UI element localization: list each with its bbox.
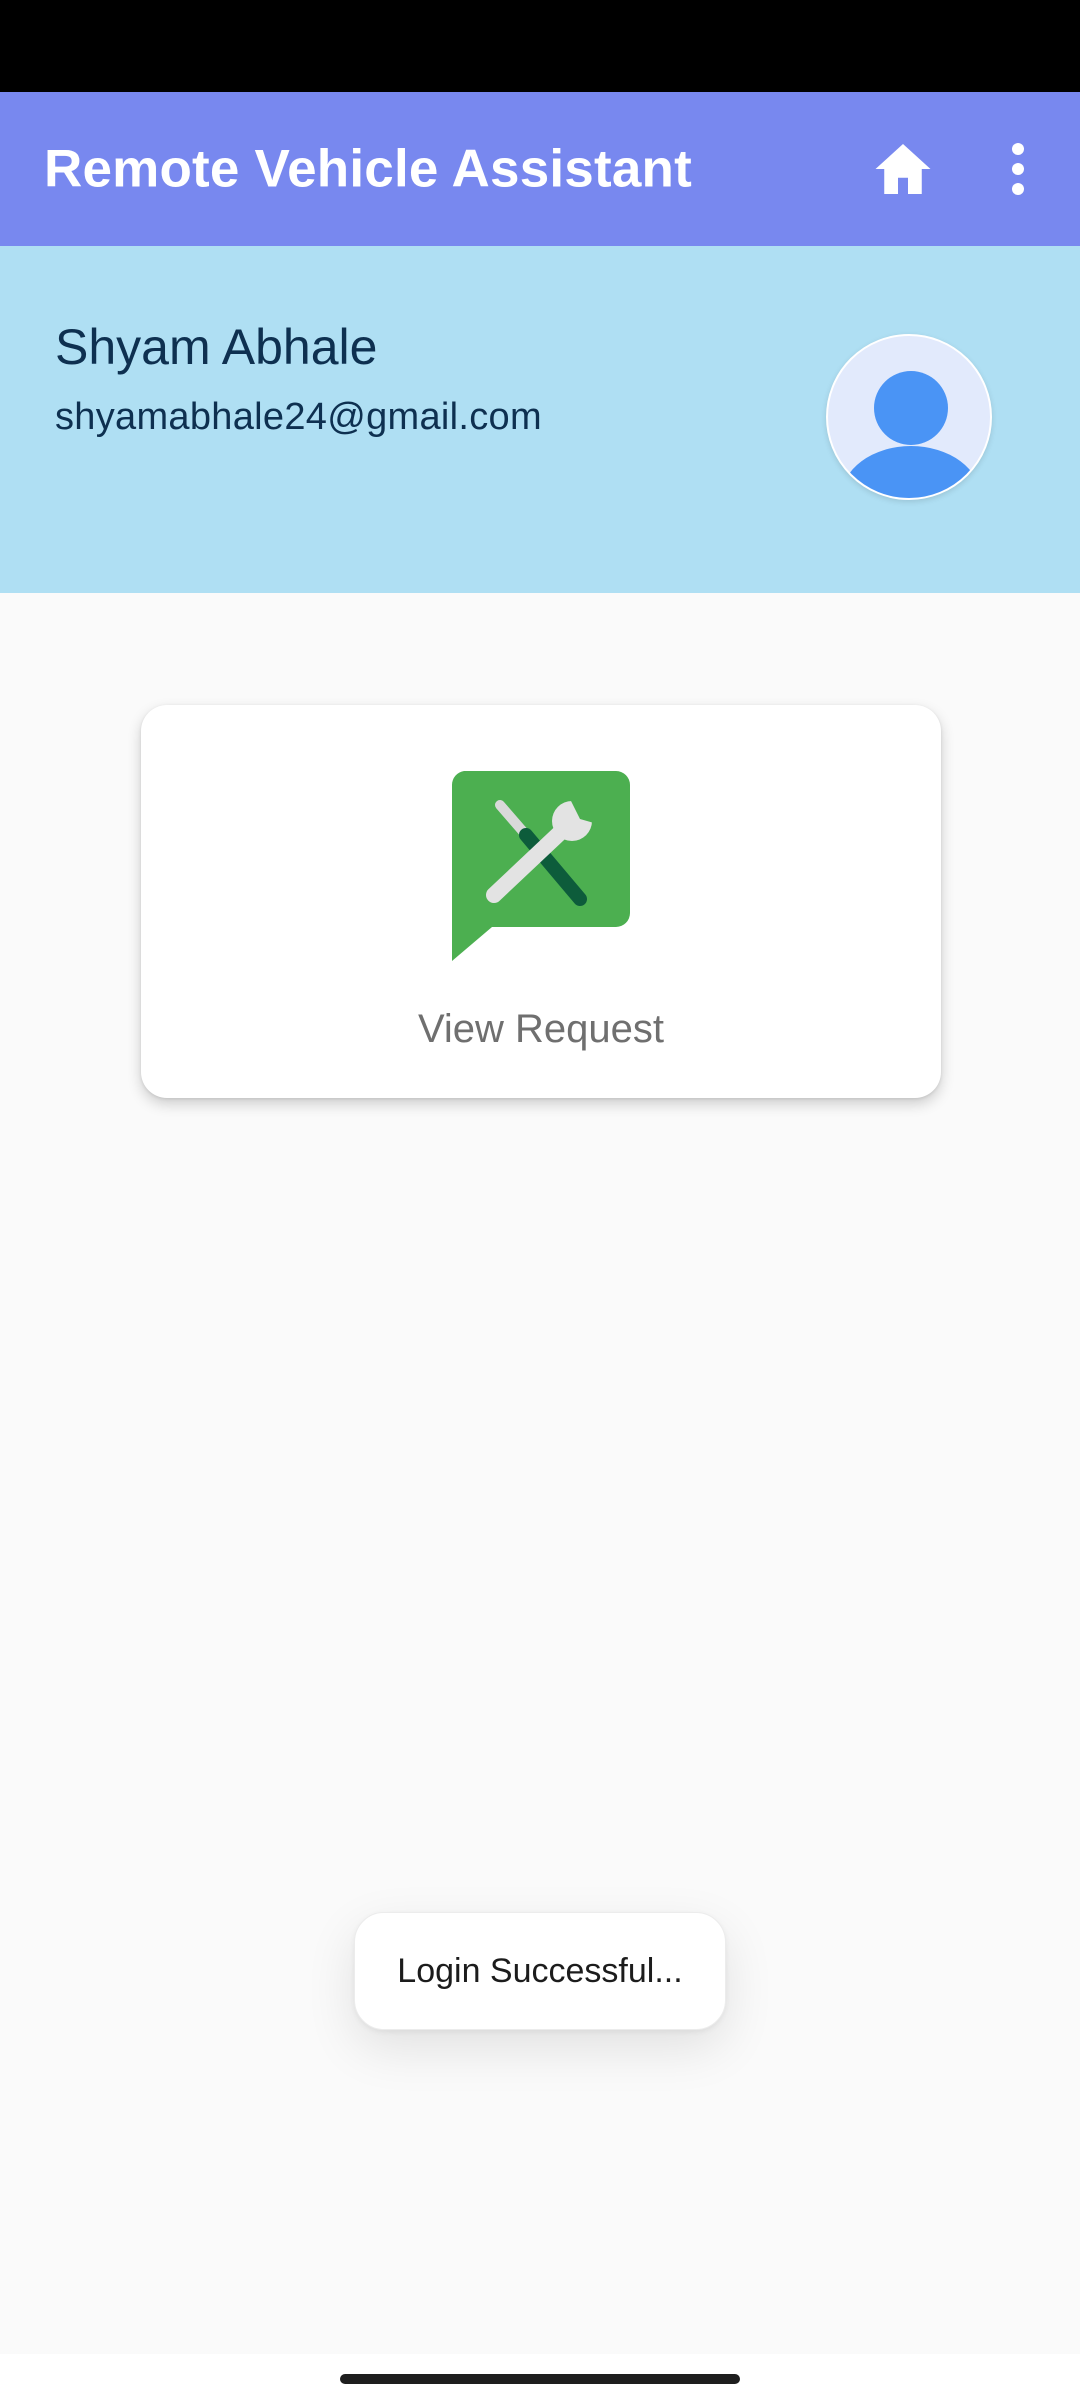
profile-name: Shyam Abhale <box>55 319 378 375</box>
person-icon <box>841 371 981 498</box>
gesture-nav-bar <box>0 2354 1080 2400</box>
app-title: Remote Vehicle Assistant <box>44 139 692 199</box>
home-gesture-handle[interactable] <box>340 2374 740 2384</box>
app-bar: Remote Vehicle Assistant <box>0 92 1080 246</box>
overflow-menu-button[interactable] <box>988 132 1048 206</box>
repair-tools-message-icon <box>452 771 630 961</box>
view-request-label: View Request <box>417 1007 665 1051</box>
home-icon <box>875 144 931 194</box>
profile-header: Shyam Abhale shyamabhale24@gmail.com <box>0 246 1080 593</box>
status-bar <box>0 0 1080 92</box>
toast-message: Login Successful... <box>397 1951 683 1990</box>
view-request-card[interactable]: View Request <box>141 705 941 1098</box>
more-vert-icon <box>1012 143 1024 195</box>
profile-email: shyamabhale24@gmail.com <box>55 396 542 438</box>
avatar[interactable] <box>826 334 992 500</box>
home-button[interactable] <box>866 132 940 206</box>
login-toast: Login Successful... <box>354 1912 726 2030</box>
